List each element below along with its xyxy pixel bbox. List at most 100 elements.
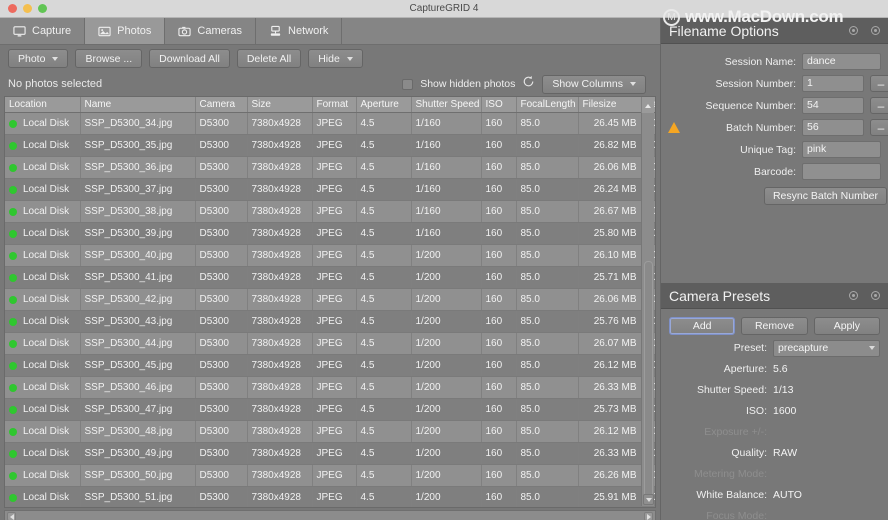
camera-cell: D5300 xyxy=(195,222,248,245)
table-row[interactable]: Local Disk SSP_D5300_40.jpg D5300 7380x4928… xyxy=(5,244,655,267)
focal-cell: 85.0 xyxy=(516,486,579,507)
table-vertical-scrollbar[interactable] xyxy=(641,113,654,506)
col-location[interactable]: Location xyxy=(5,97,81,113)
field-input[interactable]: dance xyxy=(802,53,881,70)
field-input[interactable]: pink xyxy=(802,141,881,158)
status-dot-icon xyxy=(9,427,17,436)
table-row[interactable]: Local Disk SSP_D5300_49.jpg D5300 7380x4928… xyxy=(5,442,655,465)
scroll-down-button[interactable] xyxy=(643,494,654,505)
table-row[interactable]: Local Disk SSP_D5300_46.jpg D5300 7380x4928… xyxy=(5,376,655,399)
table-row[interactable]: Local Disk SSP_D5300_41.jpg D5300 7380x4928… xyxy=(5,266,655,289)
apply-preset-button[interactable]: Apply xyxy=(813,317,880,335)
resync-row: Resync Batch Number xyxy=(661,187,888,205)
chevron-down-icon xyxy=(645,497,652,502)
col-size[interactable]: Size xyxy=(247,97,313,113)
filesize-cell: 25.73 MB xyxy=(578,398,642,421)
preset-property-label: Aperture: xyxy=(723,363,767,375)
show-hidden-photos-label: Show hidden photos xyxy=(420,78,516,90)
table-row[interactable]: Local Disk SSP_D5300_34.jpg D5300 7380x4928… xyxy=(5,112,655,135)
tab-capture[interactable]: Capture xyxy=(0,18,86,44)
table-row[interactable]: Local Disk SSP_D5300_51.jpg D5300 7380x4928… xyxy=(5,486,655,507)
size-cell: 7380x4928 xyxy=(247,354,313,377)
remove-preset-button[interactable]: Remove xyxy=(741,317,808,335)
preset-select-row: Preset: precapture xyxy=(661,339,888,357)
focal-cell: 85.0 xyxy=(516,288,579,311)
field-input[interactable]: 1 xyxy=(802,75,864,92)
decrement-button[interactable]: – xyxy=(870,97,888,114)
camera-cell: D5300 xyxy=(195,178,248,201)
table-row[interactable]: Local Disk SSP_D5300_45.jpg D5300 7380x4928… xyxy=(5,354,655,377)
tab-network-label: Network xyxy=(288,25,329,37)
table-row[interactable]: Local Disk SSP_D5300_48.jpg D5300 7380x4928… xyxy=(5,420,655,443)
iso-cell: 160 xyxy=(481,376,517,399)
photo-menu-button[interactable]: Photo xyxy=(8,49,69,68)
col-format[interactable]: Format xyxy=(312,97,357,113)
focal-cell: 85.0 xyxy=(516,464,579,487)
col-camera[interactable]: Camera xyxy=(195,97,248,113)
scroll-left-button[interactable] xyxy=(7,512,16,520)
photos-icon xyxy=(98,25,111,38)
panel-collapse-icon[interactable] xyxy=(871,26,880,35)
table-row[interactable]: Local Disk SSP_D5300_35.jpg D5300 7380x4928… xyxy=(5,134,655,157)
preset-property-value: 1/13 xyxy=(773,384,794,396)
table-row[interactable]: Local Disk SSP_D5300_38.jpg D5300 7380x4928… xyxy=(5,200,655,223)
table-row[interactable]: Local Disk SSP_D5300_42.jpg D5300 7380x4928… xyxy=(5,288,655,311)
vertical-scroll-thumb[interactable] xyxy=(644,261,653,501)
format-cell: JPEG xyxy=(312,288,357,311)
filesize-cell: 25.80 MB xyxy=(578,222,642,245)
decrement-button[interactable]: – xyxy=(870,119,888,136)
table-row[interactable]: Local Disk SSP_D5300_36.jpg D5300 7380x4928… xyxy=(5,156,655,179)
size-cell: 7380x4928 xyxy=(247,376,313,399)
tab-cameras[interactable]: Cameras xyxy=(165,18,257,44)
col-filesize[interactable]: Filesize xyxy=(578,97,642,113)
field-input[interactable]: 56 xyxy=(802,119,864,136)
camera-cell: D5300 xyxy=(195,420,248,443)
hide-menu-button[interactable]: Hide xyxy=(308,49,363,68)
field-input[interactable] xyxy=(802,163,881,180)
iso-cell: 160 xyxy=(481,112,517,135)
show-columns-button[interactable]: Show Columns xyxy=(542,74,646,94)
resync-batch-number-button[interactable]: Resync Batch Number xyxy=(763,187,887,205)
col-aperture[interactable]: Aperture xyxy=(356,97,412,113)
table-row[interactable]: Local Disk SSP_D5300_39.jpg D5300 7380x4928… xyxy=(5,222,655,245)
scroll-right-button[interactable] xyxy=(644,512,653,520)
col-shutter-speed[interactable]: Shutter Speed xyxy=(411,97,482,113)
tab-photos[interactable]: Photos xyxy=(85,18,166,44)
table-row[interactable]: Local Disk SSP_D5300_50.jpg D5300 7380x4928… xyxy=(5,464,655,487)
table-row[interactable]: Local Disk SSP_D5300_44.jpg D5300 7380x4928… xyxy=(5,332,655,355)
table-row[interactable]: Local Disk SSP_D5300_43.jpg D5300 7380x4928… xyxy=(5,310,655,333)
decrement-button[interactable]: – xyxy=(870,75,888,92)
panel-settings-icon[interactable] xyxy=(849,26,858,35)
show-hidden-photos-checkbox[interactable] xyxy=(402,78,414,90)
panel-collapse-icon[interactable] xyxy=(871,291,880,300)
location-cell: Local Disk xyxy=(5,178,81,201)
table-row[interactable]: Local Disk SSP_D5300_47.jpg D5300 7380x4928… xyxy=(5,398,655,421)
chevron-down-icon xyxy=(346,56,353,61)
location-cell: Local Disk xyxy=(5,442,81,465)
shutter-cell: 1/200 xyxy=(411,398,482,421)
filename-field-row: Barcode: xyxy=(668,163,881,180)
delete-all-button[interactable]: Delete All xyxy=(236,49,302,68)
photos-table-container: Location Name Camera Size Format Apertur… xyxy=(4,96,656,508)
preset-dropdown[interactable]: precapture xyxy=(773,339,880,357)
col-iso[interactable]: ISO xyxy=(481,97,517,113)
table-row[interactable]: Local Disk SSP_D5300_37.jpg D5300 7380x4928… xyxy=(5,178,655,201)
add-preset-button[interactable]: Add xyxy=(669,317,736,335)
name-cell: SSP_D5300_43.jpg xyxy=(80,310,196,333)
location-cell: Local Disk xyxy=(5,398,81,421)
col-focal-length[interactable]: FocalLength xyxy=(516,97,579,113)
panel-settings-icon[interactable] xyxy=(849,291,858,300)
browse-button[interactable]: Browse ... xyxy=(75,49,143,68)
field-label: Session Name: xyxy=(724,55,796,68)
tab-network[interactable]: Network xyxy=(256,18,343,44)
filesize-cell: 26.24 MB xyxy=(578,178,642,201)
table-horizontal-scrollbar[interactable] xyxy=(4,510,656,520)
field-input[interactable]: 54 xyxy=(802,97,864,114)
camera-cell: D5300 xyxy=(195,112,248,135)
column-options-button[interactable] xyxy=(641,98,654,113)
location-cell: Local Disk xyxy=(5,464,81,487)
download-all-button[interactable]: Download All xyxy=(149,49,230,68)
refresh-icon[interactable] xyxy=(522,75,535,93)
col-name[interactable]: Name xyxy=(80,97,196,113)
name-cell: SSP_D5300_44.jpg xyxy=(80,332,196,355)
